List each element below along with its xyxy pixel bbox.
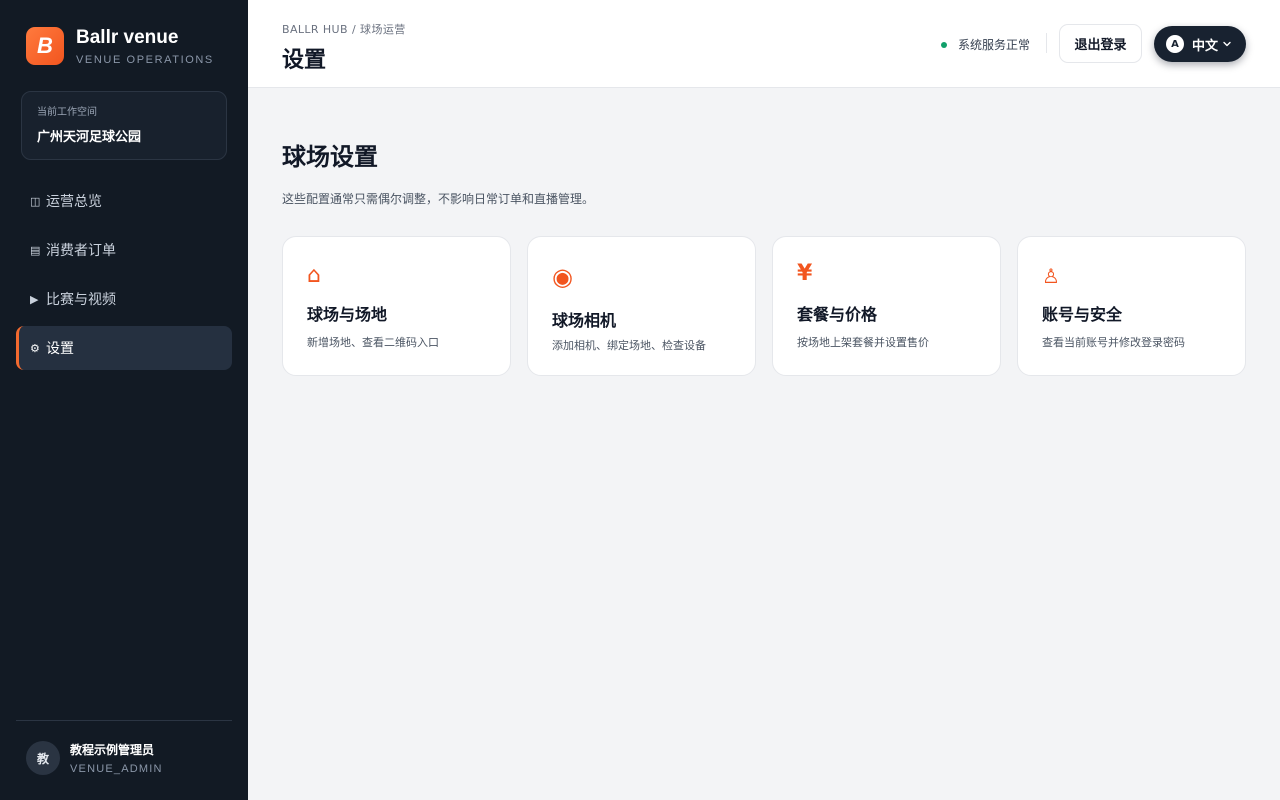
user-icon: ♙ bbox=[1042, 264, 1060, 288]
language-label: 中文 bbox=[1192, 38, 1219, 54]
sidebar-item-label: 比赛与视频 bbox=[46, 292, 116, 308]
page-title: 设置 bbox=[282, 48, 327, 73]
card-description: 添加相机、绑定场地、检查设备 bbox=[552, 339, 706, 352]
status-dot-icon bbox=[941, 41, 947, 48]
service-status: 系统服务正常 bbox=[941, 36, 1030, 53]
card-title: 球场与场地 bbox=[307, 305, 388, 324]
language-switcher[interactable]: A 中文 bbox=[1154, 26, 1246, 62]
user-role: VENUE_ADMIN bbox=[70, 763, 163, 775]
breadcrumb: BALLR HUB / 球场运营 bbox=[282, 21, 406, 37]
sidebar-item-overview[interactable]: ◫ 运营总览 bbox=[16, 179, 232, 223]
workspace-switcher[interactable]: 当前工作空间 广州天河足球公园 bbox=[21, 91, 227, 160]
yen-icon: ¥ bbox=[797, 261, 813, 286]
settings-card-venues[interactable]: ⌂ 球场与场地 新增场地、查看二维码入口 bbox=[282, 236, 511, 376]
brand-name: Ballr venue bbox=[76, 27, 179, 48]
top-header: BALLR HUB / 球场运营 设置 系统服务正常 退出登录 A 中文 bbox=[248, 0, 1280, 88]
orders-icon: ▤ bbox=[30, 243, 41, 257]
settings-card-pricing[interactable]: ¥ 套餐与价格 按场地上架套餐并设置售价 bbox=[772, 236, 1001, 376]
sidebar-item-settings[interactable]: ⚙ 设置 bbox=[16, 326, 232, 370]
header-divider bbox=[1046, 33, 1047, 53]
play-icon: ▶ bbox=[30, 292, 39, 306]
workspace-label: 当前工作空间 bbox=[37, 107, 97, 118]
status-text: 系统服务正常 bbox=[958, 38, 1031, 52]
settings-card-account[interactable]: ♙ 账号与安全 查看当前账号并修改登录密码 bbox=[1017, 236, 1246, 376]
brand-subtitle: VENUE OPERATIONS bbox=[76, 54, 214, 66]
sidebar-item-matches[interactable]: ▶ 比赛与视频 bbox=[16, 277, 232, 321]
user-profile[interactable]: 教 教程示例管理员 VENUE_ADMIN bbox=[26, 741, 163, 775]
sidebar-item-label: 设置 bbox=[46, 341, 74, 357]
home-icon: ⌂ bbox=[307, 263, 321, 288]
card-title: 套餐与价格 bbox=[797, 305, 878, 324]
user-name: 教程示例管理员 bbox=[70, 743, 155, 757]
sidebar-item-orders[interactable]: ▤ 消费者订单 bbox=[16, 228, 232, 272]
sidebar-nav: ◫ 运营总览 ▤ 消费者订单 ▶ 比赛与视频 ⚙ 设置 bbox=[16, 179, 232, 375]
breadcrumb-current: 球场运营 bbox=[360, 23, 406, 36]
sidebar: B Ballr venue VENUE OPERATIONS 当前工作空间 广州… bbox=[0, 0, 248, 800]
card-description: 按场地上架套餐并设置售价 bbox=[797, 336, 929, 349]
brand-logo: B bbox=[26, 27, 64, 65]
breadcrumb-root[interactable]: BALLR HUB bbox=[282, 23, 348, 36]
breadcrumb-separator: / bbox=[351, 23, 357, 36]
camera-icon: ◉ bbox=[552, 263, 573, 291]
workspace-name: 广州天河足球公园 bbox=[37, 130, 142, 145]
gear-icon: ⚙ bbox=[30, 341, 40, 355]
chevron-down-icon bbox=[1223, 41, 1231, 47]
settings-card-cameras[interactable]: ◉ 球场相机 添加相机、绑定场地、检查设备 bbox=[527, 236, 756, 376]
sidebar-item-label: 消费者订单 bbox=[46, 243, 116, 259]
sidebar-divider bbox=[16, 720, 232, 721]
avatar: 教 bbox=[26, 741, 60, 775]
card-description: 查看当前账号并修改登录密码 bbox=[1042, 336, 1185, 349]
dashboard-icon: ◫ bbox=[30, 194, 41, 208]
sidebar-item-label: 运营总览 bbox=[46, 194, 102, 210]
card-description: 新增场地、查看二维码入口 bbox=[307, 336, 439, 349]
language-badge-icon: A bbox=[1166, 35, 1184, 53]
section-description: 这些配置通常只需偶尔调整，不影响日常订单和直播管理。 bbox=[282, 192, 595, 206]
section-title: 球场设置 bbox=[282, 143, 378, 171]
brand[interactable]: B Ballr venue VENUE OPERATIONS bbox=[26, 27, 214, 66]
card-title: 账号与安全 bbox=[1042, 305, 1123, 324]
card-title: 球场相机 bbox=[552, 311, 617, 330]
logout-button[interactable]: 退出登录 bbox=[1059, 24, 1142, 63]
